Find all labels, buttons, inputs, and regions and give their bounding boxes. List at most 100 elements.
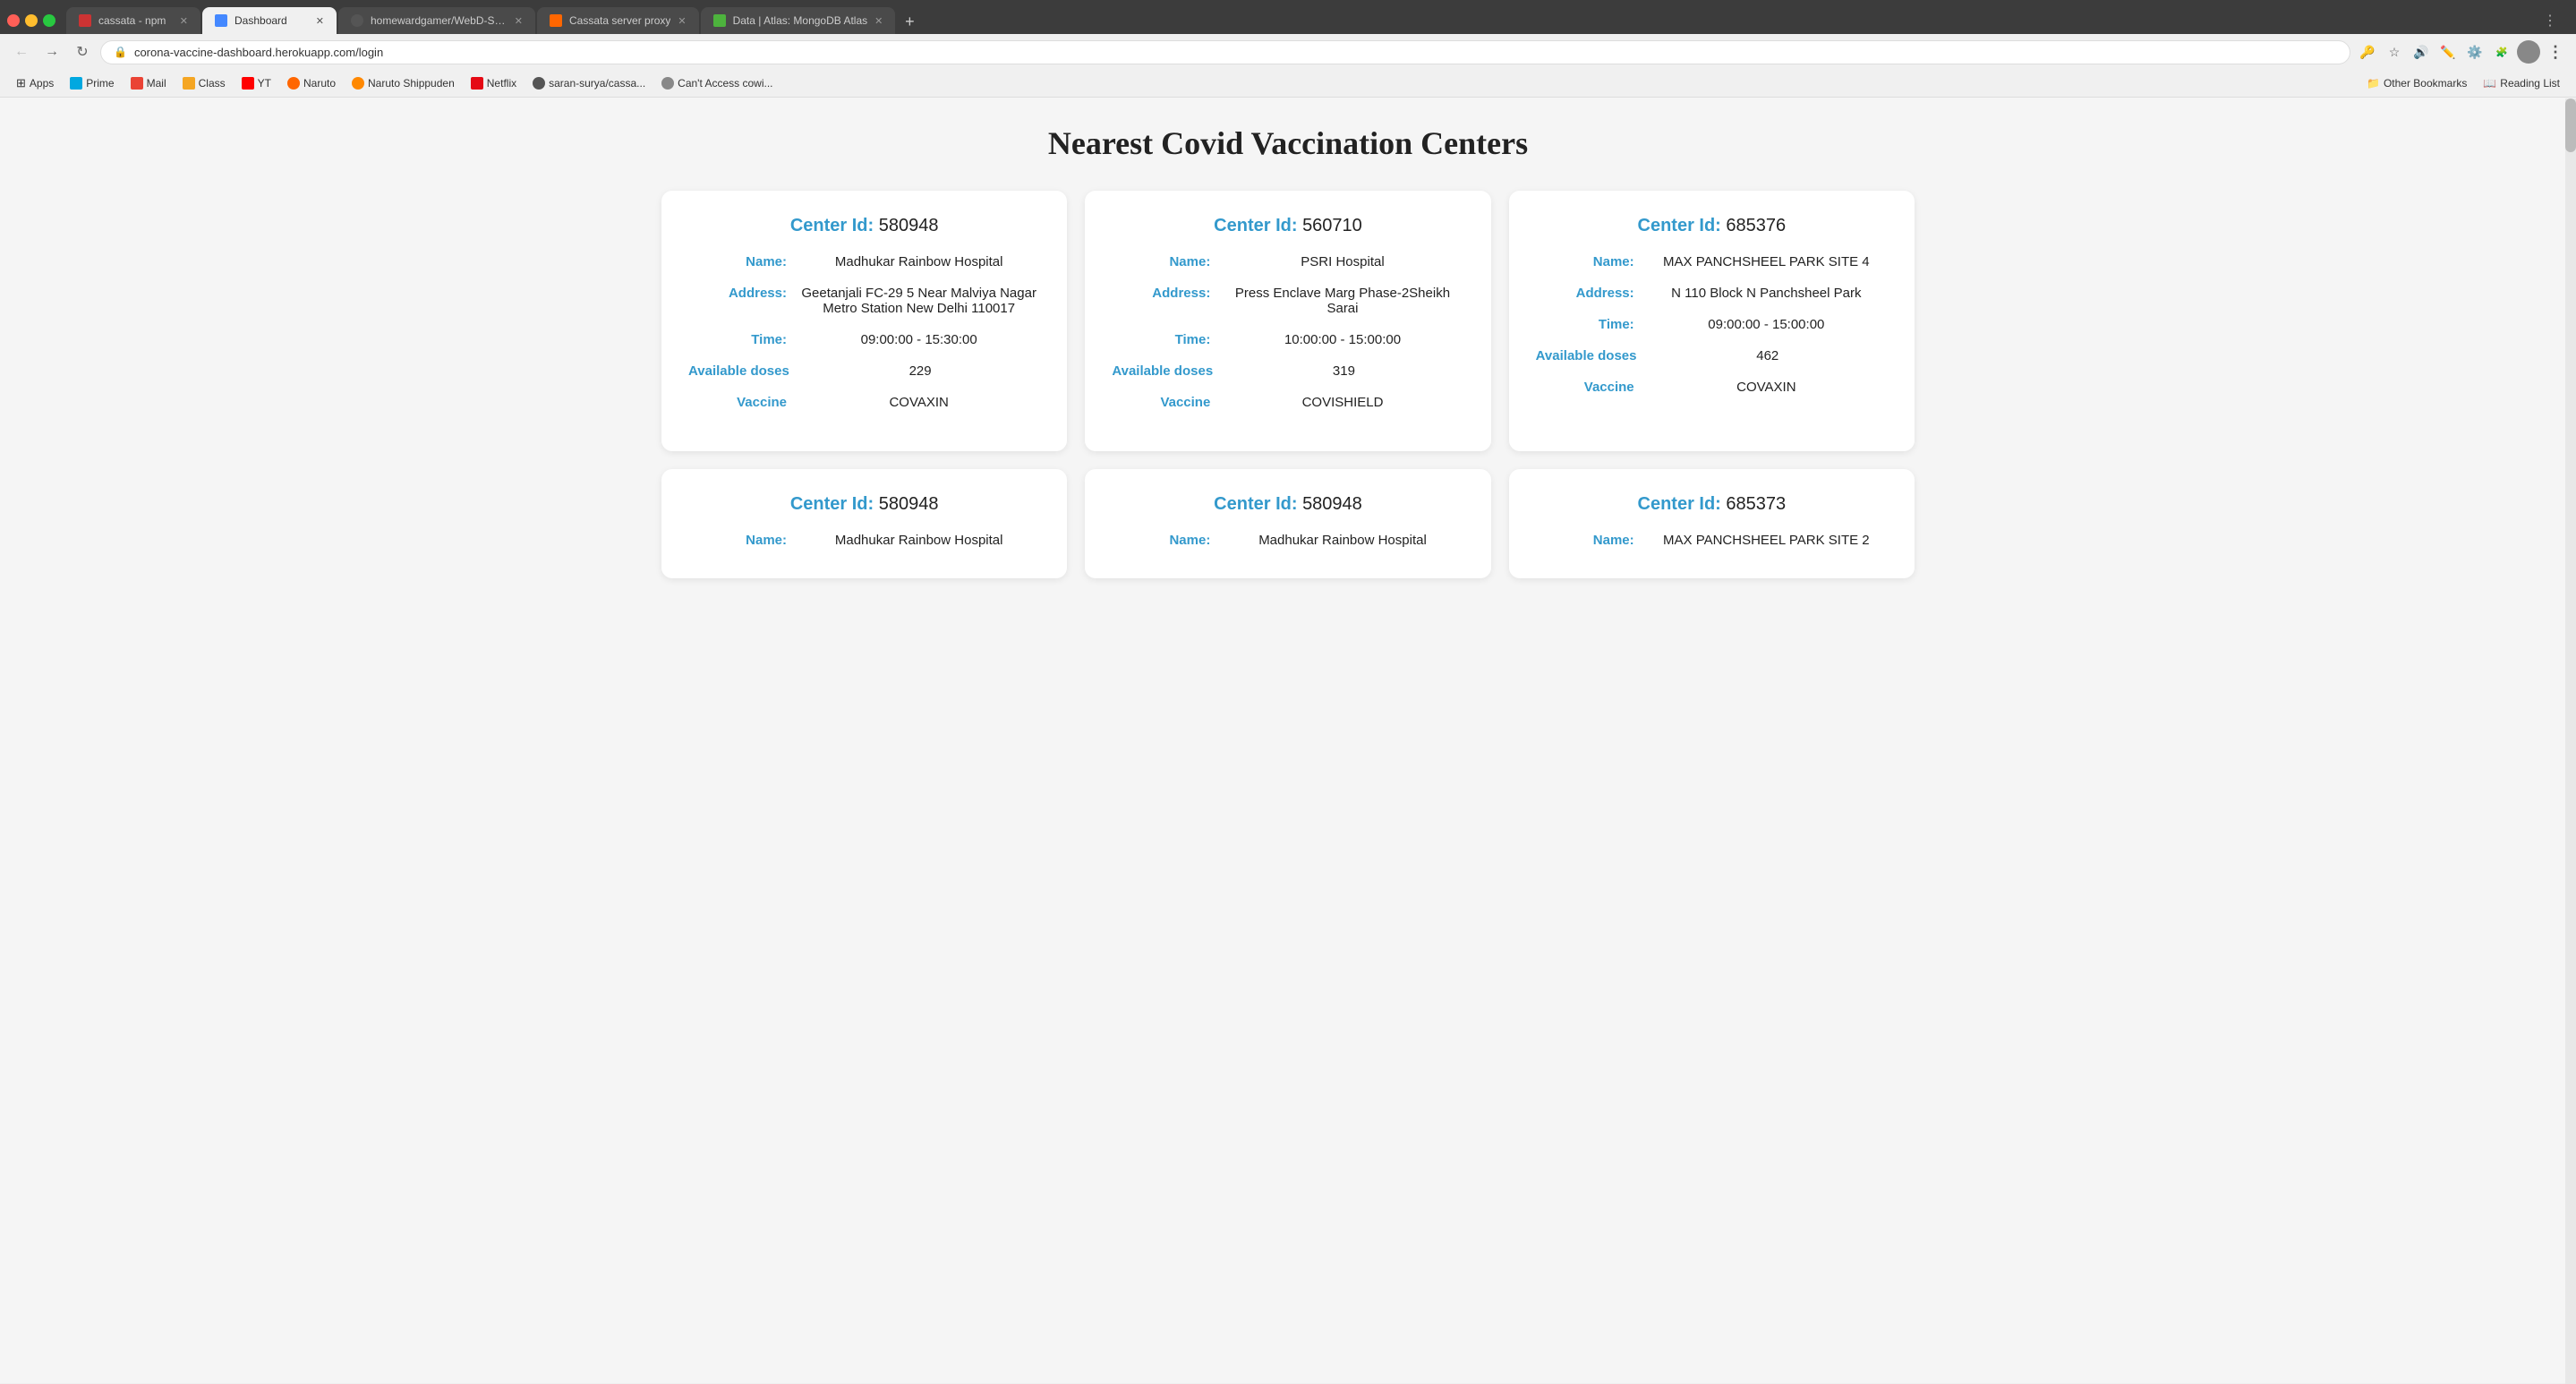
tab-github[interactable]: homewardgamer/WebD-Selec... ✕ [338,7,535,34]
doses-value: 229 [800,363,1040,379]
tab-close-icon[interactable]: ✕ [180,15,188,27]
key-icon[interactable]: 🔑 [2356,40,2379,64]
name-row-1: Name: Madhukar Rainbow Hospital [688,254,1040,269]
tab-label: cassata - npm [98,14,166,27]
vaccination-card-1: Center Id: 580948 Name: Madhukar Rainbow… [661,191,1067,451]
name-label: Name: [688,533,787,548]
bookmark-cantaccess[interactable]: Can't Access cowi... [654,74,780,92]
address-row-1: Address: Geetanjali FC-29 5 Near Malviya… [688,286,1040,316]
menu-icon[interactable]: ⋮ [2544,40,2567,64]
address-bar[interactable]: 🔒 corona-vaccine-dashboard.herokuapp.com… [100,40,2350,64]
vaccination-card-5: Center Id: 580948 Name: Madhukar Rainbow… [1085,469,1490,578]
doses-row-1: Available doses 229 [688,363,1040,379]
bookmark-label: Can't Access cowi... [678,77,772,90]
back-button[interactable]: ← [9,39,34,64]
tab-close-icon[interactable]: ✕ [678,15,686,27]
doses-label: Available doses [1112,363,1213,379]
speaker-icon[interactable]: 🔊 [2410,40,2433,64]
reload-button[interactable]: ↻ [70,39,95,64]
tab-mongodb[interactable]: Data | Atlas: MongoDB Atlas ✕ [701,7,896,34]
center-id-label: Center Id: [1638,216,1721,235]
extensions-button[interactable]: ⋮ [2538,9,2562,32]
center-id-value: 580948 [1302,494,1362,514]
vaccine-label: Vaccine [1536,380,1634,395]
bookmark-prime[interactable]: Prime [63,74,121,92]
center-id-row-1: Center Id: 580948 [688,216,1040,236]
class-favicon [183,77,195,90]
center-id-row-3: Center Id: 685376 [1536,216,1888,236]
lock-icon: 🔒 [114,46,127,58]
yt-favicon [242,77,254,90]
vaccine-value: COVISHIELD [1221,395,1463,410]
new-tab-button[interactable]: + [897,9,922,34]
star-icon[interactable]: ☆ [2383,40,2406,64]
close-button[interactable] [7,14,20,27]
center-id-label: Center Id: [1214,494,1297,514]
tab-cassata-npm[interactable]: cassata - npm ✕ [66,7,200,34]
time-value: 09:00:00 - 15:00:00 [1645,317,1888,332]
vaccination-card-3: Center Id: 685376 Name: MAX PANCHSHEEL P… [1509,191,1915,451]
address-row-3: Address: N 110 Block N Panchsheel Park [1536,286,1888,301]
other-bookmarks[interactable]: 📁 Other Bookmarks [2359,74,2474,92]
doses-label: Available doses [1536,348,1637,363]
page-title: Nearest Covid Vaccination Centers [36,124,2540,162]
tab-label: homewardgamer/WebD-Selec... [371,14,508,27]
vaccine-value: COVAXIN [1645,380,1888,395]
bookmark-label: Netflix [487,77,516,90]
center-id-label: Center Id: [1214,216,1297,235]
name-label: Name: [1112,254,1210,269]
tab-close-icon[interactable]: ✕ [316,15,324,27]
bookmark-label: YT [258,77,271,90]
bookmark-yt[interactable]: YT [235,74,278,92]
time-label: Time: [1112,332,1210,347]
minimize-button[interactable] [25,14,38,27]
name-label: Name: [1536,254,1634,269]
tab-cassata-proxy[interactable]: Cassata server proxy ✕ [537,7,699,34]
name-value: MAX PANCHSHEEL PARK SITE 4 [1645,254,1888,269]
tab-label: Data | Atlas: MongoDB Atlas [733,14,868,27]
tab-favicon [550,14,562,27]
settings-icon[interactable]: ⚙️ [2463,40,2486,64]
scrollbar-thumb[interactable] [2565,98,2576,152]
bookmark-netflix[interactable]: Netflix [464,74,524,92]
vaccine-value: COVAXIN [798,395,1040,410]
bookmark-mail[interactable]: Mail [124,74,174,92]
extensions-icon[interactable]: 🧩 [2490,40,2513,64]
reading-list-icon: 📖 [2483,77,2496,90]
center-id-value: 580948 [879,494,939,514]
pencil-icon[interactable]: ✏️ [2436,40,2460,64]
bookmark-saran[interactable]: saran-surya/cassa... [525,74,653,92]
name-row-5: Name: Madhukar Rainbow Hospital [1112,533,1463,548]
center-id-row-2: Center Id: 560710 [1112,216,1463,236]
doses-row-2: Available doses 319 [1112,363,1463,379]
naruto-favicon [287,77,300,90]
toolbar-right: 🔑 ☆ 🔊 ✏️ ⚙️ 🧩 ⋮ [2356,40,2567,64]
address-row-2: Address: Press Enclave Marg Phase-2Sheik… [1112,286,1463,316]
tab-close-icon[interactable]: ✕ [515,15,523,27]
prime-favicon [70,77,82,90]
tab-dashboard[interactable]: Dashboard ✕ [202,7,337,34]
bookmark-apps[interactable]: ⊞ Apps [9,73,61,93]
page-content: Nearest Covid Vaccination Centers Center… [0,98,2576,1383]
address-label: Address: [1112,286,1210,301]
time-label: Time: [688,332,787,347]
gh-favicon [533,77,545,90]
maximize-button[interactable] [43,14,55,27]
tab-close-icon[interactable]: ✕ [874,15,883,27]
bookmark-naruto[interactable]: Naruto [280,74,343,92]
address-value: N 110 Block N Panchsheel Park [1645,286,1888,301]
shippuden-favicon [352,77,364,90]
tab-label: Cassata server proxy [569,14,670,27]
reading-list[interactable]: 📖 Reading List [2476,74,2567,92]
bookmark-naruto-shippuden[interactable]: Naruto Shippuden [345,74,462,92]
address-value: Geetanjali FC-29 5 Near Malviya Nagar Me… [798,286,1040,316]
time-value: 10:00:00 - 15:00:00 [1221,332,1463,347]
profile-avatar[interactable] [2517,40,2540,64]
forward-button[interactable]: → [39,39,64,64]
center-id-label: Center Id: [790,494,874,514]
bookmark-class[interactable]: Class [175,74,233,92]
reading-list-label: Reading List [2500,77,2560,90]
tab-bar: cassata - npm ✕ Dashboard ✕ homewardgame… [66,7,2538,34]
cards-grid: Center Id: 580948 Name: Madhukar Rainbow… [661,191,1915,578]
other-bookmarks-label: Other Bookmarks [2384,77,2467,90]
